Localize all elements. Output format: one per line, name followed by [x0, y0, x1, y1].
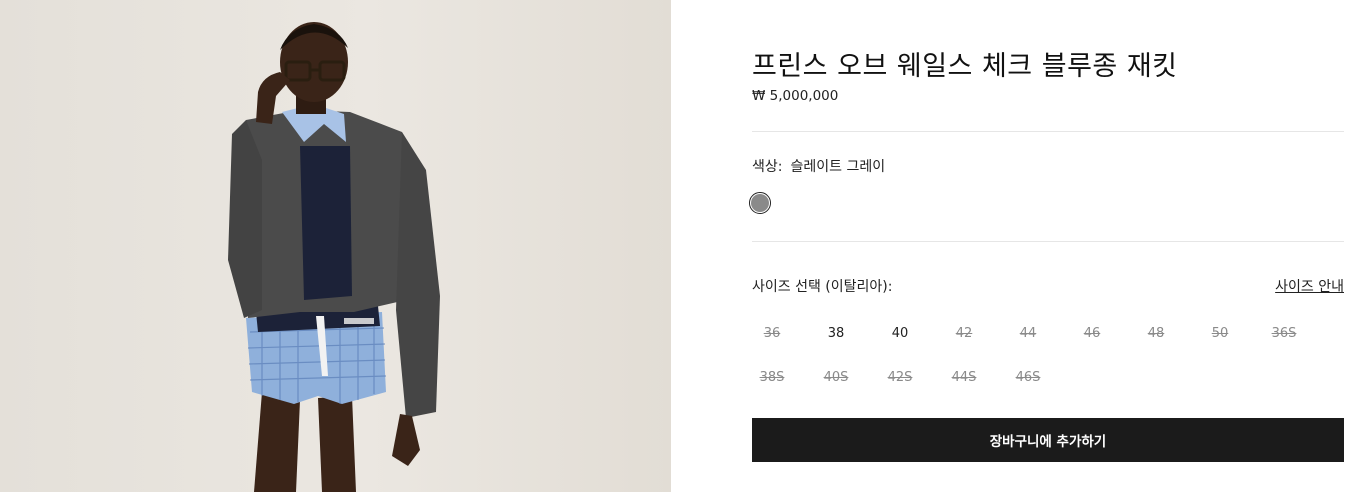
color-selection: 색상: 슬레이트 그레이	[752, 156, 885, 176]
color-swatch-dot	[751, 194, 769, 212]
product-page: 프린스 오브 웨일스 체크 블루종 재킷 ₩ 5,000,000 색상: 슬레이트…	[0, 0, 1360, 492]
color-label: 색상:	[752, 159, 783, 175]
product-image[interactable]	[0, 0, 671, 492]
size-option-42[interactable]: 42	[944, 318, 984, 350]
size-option-44[interactable]: 44	[1008, 318, 1048, 350]
product-title: 프린스 오브 웨일스 체크 블루종 재킷	[752, 51, 1178, 82]
size-option-40[interactable]: 40	[880, 318, 920, 350]
size-option-48[interactable]: 48	[1136, 318, 1176, 350]
size-guide-link[interactable]: 사이즈 안내	[1275, 276, 1344, 296]
size-option-44s[interactable]: 44S	[944, 362, 984, 394]
color-swatch-slate-gray[interactable]	[749, 192, 771, 214]
divider	[752, 241, 1344, 242]
product-price: ₩ 5,000,000	[752, 88, 839, 104]
size-option-46[interactable]: 46	[1072, 318, 1112, 350]
size-option-42s[interactable]: 42S	[880, 362, 920, 394]
color-value: 슬레이트 그레이	[790, 159, 886, 175]
size-option-38[interactable]: 38	[816, 318, 856, 350]
add-to-cart-button[interactable]: 장바구니에 추가하기	[752, 418, 1344, 462]
model-photo	[228, 22, 440, 492]
size-option-36s[interactable]: 36S	[1264, 318, 1304, 350]
size-option-36[interactable]: 36	[752, 318, 792, 350]
size-option-46s[interactable]: 46S	[1008, 362, 1048, 394]
product-info: 프린스 오브 웨일스 체크 블루종 재킷 ₩ 5,000,000 색상: 슬레이트…	[749, 0, 1344, 492]
size-option-40s[interactable]: 40S	[816, 362, 856, 394]
size-option-38s[interactable]: 38S	[752, 362, 792, 394]
size-label: 사이즈 선택 (이탈리아):	[752, 279, 893, 295]
divider	[752, 131, 1344, 132]
size-option-50[interactable]: 50	[1200, 318, 1240, 350]
